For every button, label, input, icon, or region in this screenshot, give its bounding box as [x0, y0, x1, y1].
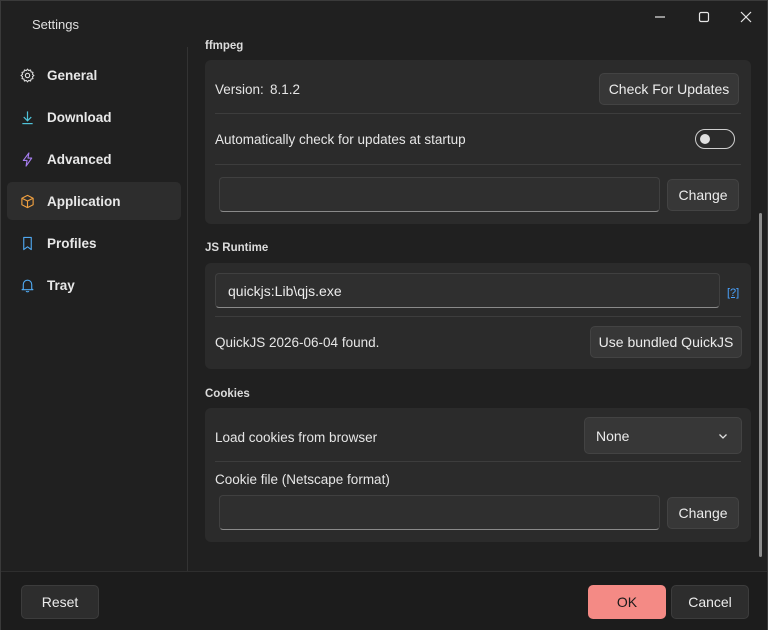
- sidebar-item-label: Application: [47, 193, 121, 209]
- maximize-button[interactable]: [681, 1, 727, 33]
- window-title: Settings: [32, 17, 79, 32]
- ffmpeg-change-button[interactable]: Change: [667, 179, 739, 211]
- sidebar-item-application[interactable]: Application: [7, 182, 181, 220]
- cookies-card: Load cookies from browser None Cookie fi…: [205, 408, 751, 542]
- sidebar-item-download[interactable]: Download: [7, 98, 181, 136]
- sidebar: General Download Advanced Application Pr…: [1, 47, 187, 571]
- auto-check-toggle[interactable]: [695, 129, 735, 149]
- cookie-file-input[interactable]: [219, 495, 660, 530]
- chevron-down-icon: [719, 434, 727, 439]
- cookie-file-label: Cookie file (Netscape format): [215, 472, 390, 487]
- bookmark-icon: [19, 235, 35, 251]
- download-icon: [19, 109, 35, 125]
- bell-icon: [19, 277, 35, 293]
- box-icon: [19, 193, 35, 209]
- js-runtime-help-link[interactable]: [?]: [727, 287, 739, 299]
- sidebar-item-label: Download: [47, 109, 112, 125]
- settings-content: ffmpeg Version: 8.1.2 Check For Updates …: [188, 37, 767, 571]
- close-button[interactable]: [723, 1, 768, 33]
- check-updates-button[interactable]: Check For Updates: [599, 73, 739, 105]
- divider: [215, 164, 741, 165]
- minimize-button[interactable]: [637, 1, 683, 33]
- gear-icon: [19, 67, 35, 83]
- divider: [215, 316, 741, 317]
- load-cookies-label: Load cookies from browser: [215, 430, 378, 445]
- sidebar-item-profiles[interactable]: Profiles: [7, 224, 181, 262]
- ffmpeg-path-input[interactable]: [219, 177, 660, 212]
- sidebar-item-label: Profiles: [47, 235, 97, 251]
- sidebar-item-label: Advanced: [47, 151, 112, 167]
- divider: [215, 461, 741, 462]
- version-value: 8.1.2: [270, 82, 301, 97]
- sidebar-item-general[interactable]: General: [7, 56, 181, 94]
- cancel-button[interactable]: Cancel: [671, 585, 749, 619]
- ok-button[interactable]: OK: [588, 585, 666, 619]
- js-runtime-status: QuickJS 2026-06-04 found.: [215, 335, 380, 350]
- content-scrollbar[interactable]: [759, 213, 762, 557]
- sidebar-item-tray[interactable]: Tray: [7, 266, 181, 304]
- close-icon: [740, 11, 752, 23]
- toggle-knob: [700, 134, 710, 144]
- lightning-icon: [19, 151, 35, 167]
- divider: [215, 113, 741, 114]
- browser-select-value: None: [596, 427, 630, 444]
- cookies-section-label: Cookies: [205, 388, 250, 400]
- reset-button[interactable]: Reset: [21, 585, 99, 619]
- sidebar-item-label: General: [47, 67, 98, 83]
- footer: Reset OK Cancel: [1, 571, 767, 630]
- maximize-icon: [698, 11, 710, 23]
- minimize-icon: [655, 16, 665, 18]
- ffmpeg-section-label: ffmpeg: [205, 40, 244, 52]
- cookie-file-change-button[interactable]: Change: [667, 497, 739, 529]
- js-runtime-section-label: JS Runtime: [205, 242, 269, 254]
- browser-select[interactable]: None: [584, 417, 742, 454]
- sidebar-item-label: Tray: [47, 277, 75, 293]
- sidebar-item-advanced[interactable]: Advanced: [7, 140, 181, 178]
- version-label: Version:: [215, 82, 264, 97]
- use-bundled-quickjs-button[interactable]: Use bundled QuickJS: [590, 326, 742, 358]
- js-runtime-path-input[interactable]: quickjs:Lib\qjs.exe: [215, 273, 720, 308]
- settings-window: Settings General Download Advanced Appli…: [0, 0, 768, 630]
- ffmpeg-card: Version: 8.1.2 Check For Updates Automat…: [205, 60, 751, 224]
- auto-check-label: Automatically check for updates at start…: [215, 132, 466, 147]
- js-runtime-card: quickjs:Lib\qjs.exe [?] QuickJS 2026-06-…: [205, 263, 751, 369]
